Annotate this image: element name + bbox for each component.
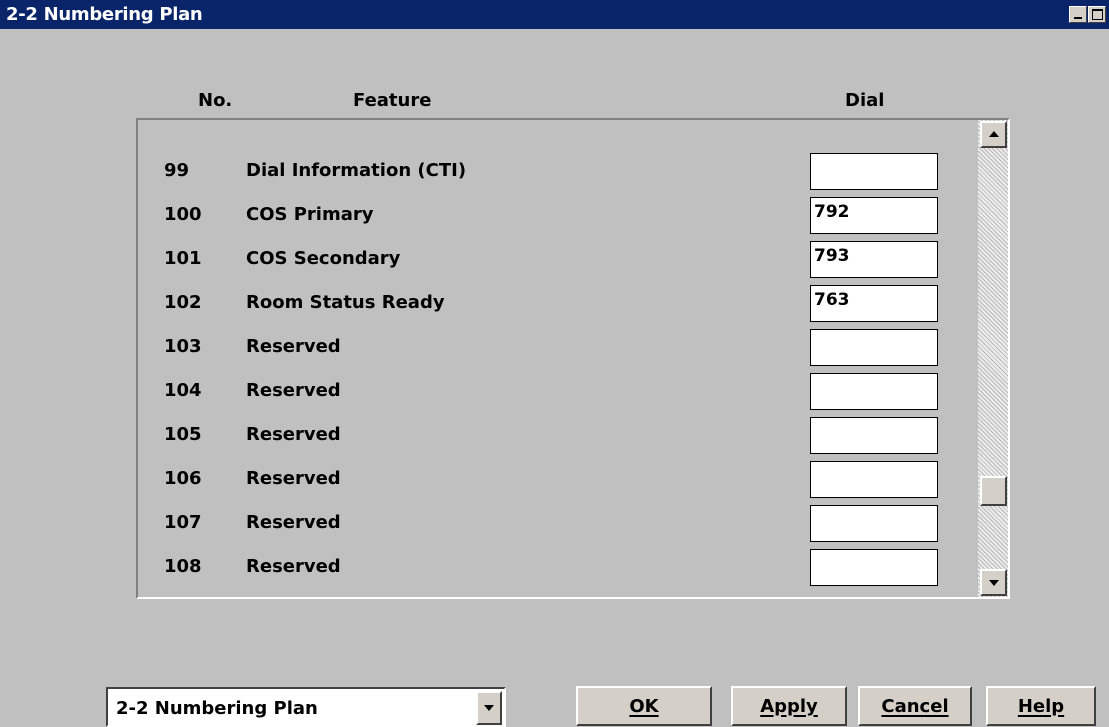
title-bar: 2-2 Numbering Plan [0,0,1109,29]
row-number: 107 [164,512,202,533]
dial-input[interactable] [810,153,938,190]
row-number: 108 [164,556,202,577]
feature-list-panel: 99 Dial Information (CTI) 100 COS Primary 79… [136,118,1010,599]
table-row: 105 Reserved [138,414,968,458]
row-feature: Reserved [246,556,341,577]
row-feature: Dial Information (CTI) [246,160,467,181]
vertical-scrollbar[interactable] [978,120,1008,597]
row-feature: COS Primary [246,204,374,225]
ok-button[interactable]: OK [576,686,712,726]
arrow-down-icon [989,580,999,586]
dial-input[interactable]: 792 [810,197,938,234]
dial-input[interactable] [810,505,938,542]
dial-input[interactable] [810,461,938,498]
row-feature: Reserved [246,512,341,533]
table-row: 100 COS Primary 792 [138,194,968,238]
row-number: 102 [164,292,202,313]
row-feature: Reserved [246,424,341,445]
table-row: 107 Reserved [138,502,968,546]
dial-input[interactable]: 763 [810,285,938,322]
cancel-button-label: Cancel [881,696,949,717]
apply-button-label: Apply [760,696,818,717]
row-feature: COS Secondary [246,248,401,269]
row-number: 105 [164,424,202,445]
maximize-button[interactable] [1088,6,1106,23]
row-number: 104 [164,380,202,401]
dial-input[interactable] [810,329,938,366]
table-row: 99 Dial Information (CTI) [138,150,968,194]
column-header-dial: Dial [845,90,885,111]
page-select[interactable]: 2-2 Numbering Plan [106,687,506,727]
table-row: 102 Room Status Ready 763 [138,282,968,326]
row-feature: Room Status Ready [246,292,445,313]
row-feature: Reserved [246,468,341,489]
row-number: 100 [164,204,202,225]
cancel-button[interactable]: Cancel [858,686,972,726]
scroll-down-button[interactable] [980,569,1007,596]
maximize-icon [1092,9,1103,20]
row-feature: Reserved [246,380,341,401]
minimize-button[interactable] [1069,6,1087,23]
dial-input[interactable] [810,373,938,410]
arrow-up-icon [989,131,999,137]
table-row: 104 Reserved [138,370,968,414]
ok-button-label: OK [629,696,659,717]
page-select-value: 2-2 Numbering Plan [116,698,318,719]
table-row: 103 Reserved [138,326,968,370]
row-feature: Reserved [246,336,341,357]
row-number: 99 [164,160,190,181]
row-number: 103 [164,336,202,357]
window-title: 2-2 Numbering Plan [6,4,203,25]
help-button-label: Help [1017,696,1065,717]
table-row: 108 Reserved [138,546,968,590]
apply-button[interactable]: Apply [731,686,847,726]
dial-input[interactable]: 793 [810,241,938,278]
scroll-up-button[interactable] [980,121,1007,148]
row-number: 106 [164,468,202,489]
help-button[interactable]: Help [986,686,1096,726]
column-header-no: No. [198,90,233,111]
scroll-thumb[interactable] [980,476,1007,506]
table-row: 106 Reserved [138,458,968,502]
table-row: 101 COS Secondary 793 [138,238,968,282]
chevron-down-icon [484,705,494,711]
column-header-feature: Feature [353,90,432,111]
page-select-dropdown-button[interactable] [476,691,502,725]
dial-input[interactable] [810,417,938,454]
minimize-icon [1074,17,1082,19]
row-number: 101 [164,248,202,269]
dial-input[interactable] [810,549,938,586]
